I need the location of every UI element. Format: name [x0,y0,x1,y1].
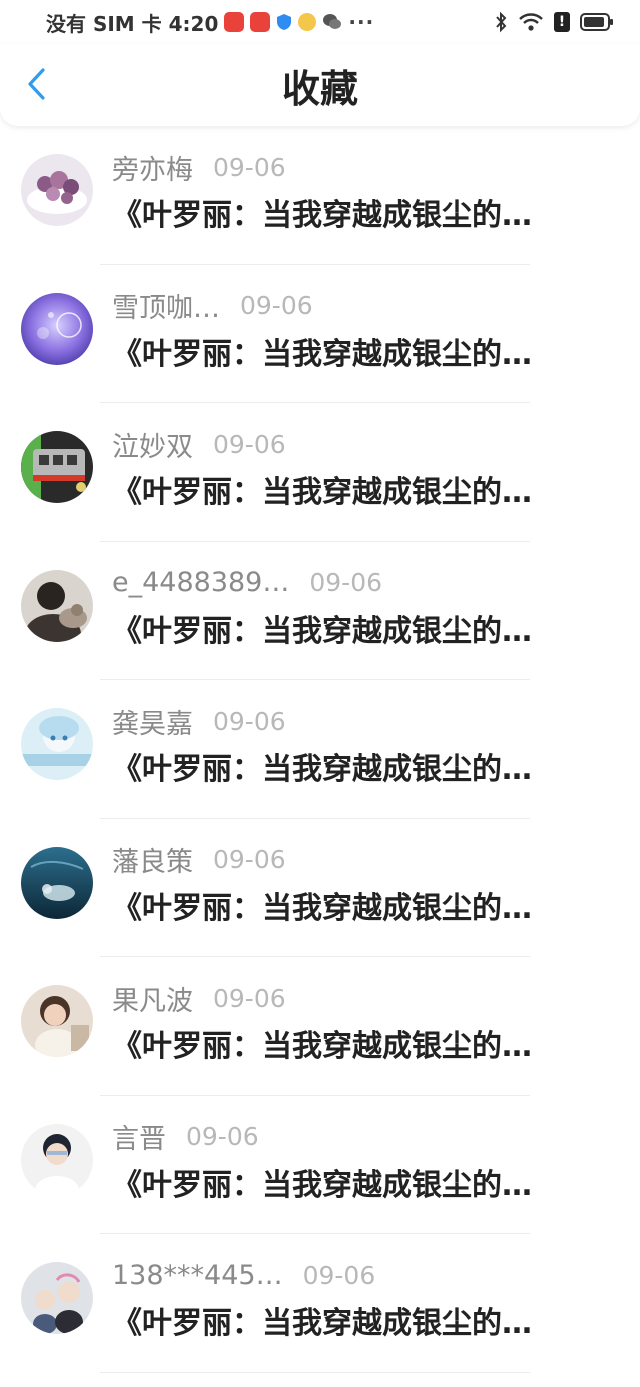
status-bar: 没有 SIM 卡 4:20 ··· ! [0,0,640,44]
wifi-icon [519,13,543,31]
item-date: 09-06 [213,152,286,182]
item-date: 09-06 [213,983,286,1013]
user-name[interactable]: 果凡波 [112,979,193,1018]
item-date: 09-06 [240,291,313,320]
avatar[interactable] [21,708,93,780]
user-name[interactable]: 138***445… [112,1260,283,1291]
avatar[interactable] [21,846,93,919]
user-name[interactable]: 雪顶咖… [112,286,220,325]
avatar[interactable] [21,292,93,365]
wechat-icon [323,14,342,29]
list-item[interactable]: 藩良策 09-06 《叶罗丽：当我穿越成银尘的… [0,819,640,957]
list-item[interactable]: e_4488389… 09-06 《叶罗丽：当我穿越成银尘的… [0,542,640,680]
item-date: 09-06 [213,429,286,459]
user-name[interactable]: e_4488389… [112,567,289,598]
item-date: 09-06 [302,1260,376,1290]
status-right: ! [494,10,614,34]
list-item[interactable]: 果凡波 09-06 《叶罗丽：当我穿越成银尘的… [0,957,640,1096]
item-meta: 138***445… 09-06 [112,1258,375,1292]
item-meta: 旁亦梅 09-06 [112,148,286,187]
item-meta: 泣妙双 09-06 [112,425,286,464]
user-name[interactable]: 藩良策 [112,840,193,879]
item-preview[interactable]: 《叶罗丽：当我穿越成银尘的… [112,335,608,375]
battery-icon [580,13,613,31]
item-meta: 藩良策 09-06 [112,840,286,879]
item-date: 09-06 [213,706,286,736]
favorites-list: 旁亦梅 09-06 《叶罗丽：当我穿越成银尘的… 雪顶咖… 09-06 《叶罗丽… [0,126,640,1373]
shopping-app-icon [224,12,245,32]
list-item[interactable]: 雪顶咖… 09-06 《叶罗丽：当我穿越成银尘的… [0,265,640,403]
bluetooth-icon [496,11,507,33]
avatar[interactable] [21,985,93,1057]
user-name[interactable]: 龚昊嘉 [112,702,193,741]
user-name[interactable]: 泣妙双 [112,425,193,464]
nav-bar: 收藏 [0,44,640,126]
item-meta: 言晋 09-06 [112,1117,259,1156]
alert-icon: ! [554,12,570,32]
item-preview[interactable]: 《叶罗丽：当我穿越成银尘的… [112,473,608,513]
item-preview[interactable]: 《叶罗丽：当我穿越成银尘的… [112,612,608,652]
item-preview[interactable]: 《叶罗丽：当我穿越成银尘的… [112,1027,608,1067]
avatar[interactable] [21,431,93,503]
status-left: 没有 SIM 卡 4:20 ··· [46,8,374,36]
shield-icon [277,14,292,30]
list-item[interactable]: 龚昊嘉 09-06 《叶罗丽：当我穿越成银尘的… [0,680,640,819]
item-date: 09-06 [213,845,286,874]
item-date: 09-06 [309,568,383,597]
more-notifications-icon: ··· [348,10,375,34]
smile-app-icon [298,13,317,31]
item-preview[interactable]: 《叶罗丽：当我穿越成银尘的… [112,750,608,790]
avatar[interactable] [21,1262,93,1334]
user-name[interactable]: 旁亦梅 [112,148,193,187]
list-item[interactable]: 138***445… 09-06 《叶罗丽：当我穿越成银尘的… [0,1234,640,1373]
item-preview[interactable]: 《叶罗丽：当我穿越成银尘的… [112,889,608,929]
item-meta: 果凡波 09-06 [112,979,286,1018]
item-meta: 龚昊嘉 09-06 [112,702,286,741]
avatar[interactable] [21,1123,93,1196]
item-preview[interactable]: 《叶罗丽：当我穿越成银尘的… [112,1304,608,1344]
divider [100,1371,530,1373]
list-item[interactable]: 旁亦梅 09-06 《叶罗丽：当我穿越成银尘的… [0,126,640,265]
item-preview[interactable]: 《叶罗丽：当我穿越成银尘的… [112,1166,608,1206]
page-title: 收藏 [281,67,358,111]
list-item[interactable]: 泣妙双 09-06 《叶罗丽：当我穿越成银尘的… [0,403,640,542]
avatar[interactable] [21,569,93,642]
item-meta: 雪顶咖… 09-06 [112,286,313,325]
item-meta: e_4488389… 09-06 [112,566,382,600]
shopping-app-icon-2 [250,12,271,32]
user-name[interactable]: 言晋 [112,1117,166,1156]
item-preview[interactable]: 《叶罗丽：当我穿越成银尘的… [112,196,608,236]
avatar[interactable] [21,154,93,226]
list-item[interactable]: 言晋 09-06 《叶罗丽：当我穿越成银尘的… [0,1096,640,1234]
item-date: 09-06 [186,1122,259,1151]
carrier-time: 没有 SIM 卡 4:20 [46,11,219,36]
